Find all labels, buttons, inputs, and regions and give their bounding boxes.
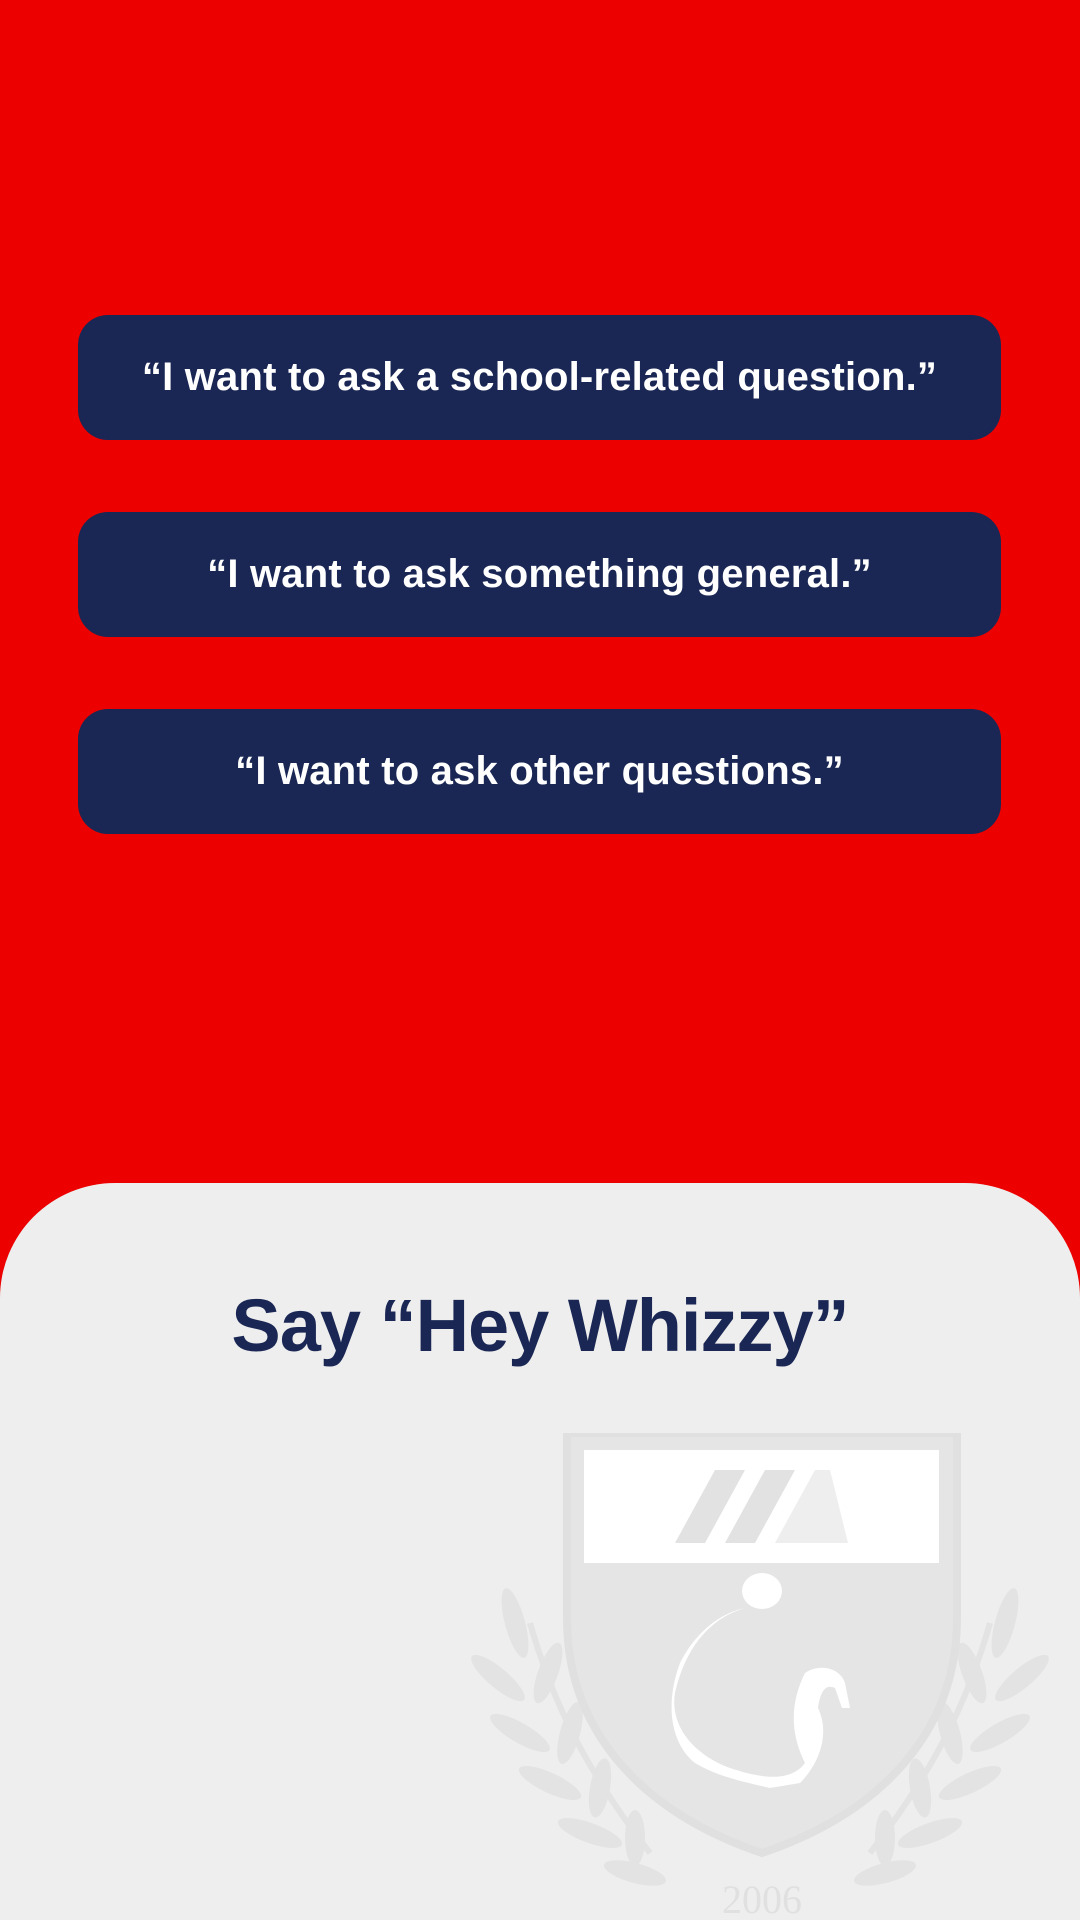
wake-word-panel: Say “Hey Whizzy” 2006	[0, 1183, 1080, 1920]
option-general-question-button[interactable]: “I want to ask something general.”	[78, 512, 1001, 637]
svg-text:2006: 2006	[722, 1877, 802, 1920]
school-crest-icon: 2006	[470, 1433, 1050, 1920]
option-school-question-button[interactable]: “I want to ask a school-related question…	[78, 315, 1001, 440]
option-other-questions-button[interactable]: “I want to ask other questions.”	[78, 709, 1001, 834]
option-list: “I want to ask a school-related question…	[78, 315, 1001, 906]
wake-word-title: Say “Hey Whizzy”	[231, 1284, 849, 1367]
